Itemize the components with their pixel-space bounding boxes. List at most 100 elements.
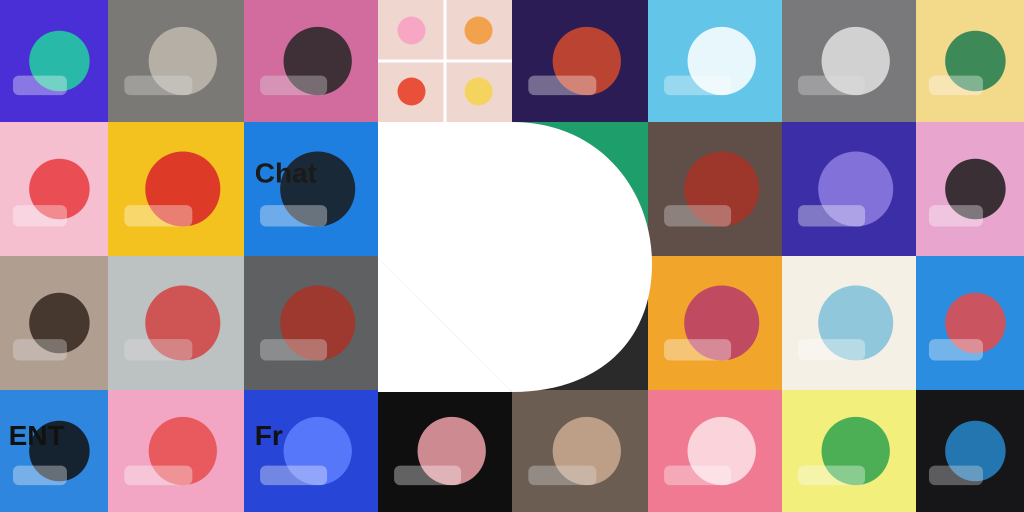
- tile-art: [798, 416, 890, 486]
- sparkler-phone-photo-tile: [244, 0, 378, 122]
- paper-boat-photo-tile: [108, 256, 244, 390]
- pink-abstract-shapes-tile: [378, 390, 512, 512]
- tile-shape: [928, 339, 983, 361]
- tile-art: [664, 416, 756, 486]
- tile-art: [0, 256, 108, 390]
- image-mosaic: Chat ENT Fr: [0, 0, 1024, 512]
- tile-art: [798, 151, 894, 227]
- green-monster-tile: [782, 390, 916, 512]
- tile-art: [928, 30, 1006, 96]
- tile-shape: [664, 339, 732, 361]
- photo-shade: [0, 256, 108, 390]
- photo-shade: [782, 0, 916, 122]
- checklist-notes-tile: [916, 122, 1024, 256]
- tile-art: [244, 0, 378, 122]
- tile-art: [528, 26, 621, 96]
- smart-speaker-photo-tile: [916, 390, 1024, 512]
- tile-shape: [798, 339, 866, 361]
- pink-product-tile: [648, 390, 782, 512]
- logo-background-tile-1: [378, 122, 512, 256]
- wireframe-sketch-tile: [782, 256, 916, 390]
- tile-art: [664, 285, 760, 361]
- vr-headset-photo-tile: [108, 0, 244, 122]
- tile-art: [378, 0, 512, 122]
- tile-shape: [928, 75, 983, 96]
- tile-art: [512, 256, 648, 390]
- tile-art: [928, 292, 1006, 361]
- photo-shade: [108, 0, 244, 122]
- tile-art: Fr: [255, 416, 352, 486]
- tile-art: [394, 416, 486, 486]
- tile-art: [664, 26, 756, 96]
- tile-shape: [124, 465, 193, 486]
- tile-shape: [798, 205, 866, 227]
- photo-shade: [108, 256, 244, 390]
- chat-app-screens-tile: Chat: [244, 122, 378, 256]
- tile-art: [782, 0, 916, 122]
- hands-phone-photo-tile: [0, 256, 108, 390]
- tile-art: [648, 122, 782, 256]
- tile-art: [916, 390, 1024, 512]
- food-icon: [464, 16, 493, 45]
- tile-art: [12, 158, 90, 227]
- tile-shape: [260, 205, 328, 227]
- tile-shape: [528, 75, 597, 96]
- maze-cylinder-tile: [108, 390, 244, 512]
- tile-shape: [12, 465, 67, 486]
- tile-shape: [928, 205, 983, 227]
- tile-art: [108, 256, 244, 390]
- tile-art: [928, 158, 1006, 227]
- photo-shade: [916, 390, 1024, 512]
- food-icon: [464, 77, 493, 106]
- tile-art: [124, 151, 221, 227]
- tile-art: [12, 30, 90, 96]
- tile-art: [124, 416, 217, 486]
- video-call-illustration-tile: [782, 122, 916, 256]
- food-icons-grid-tile: [378, 0, 512, 122]
- tile-shape: [664, 75, 732, 96]
- tile-shape: [528, 205, 597, 227]
- pixel-speech-bubbles-tile: [648, 0, 782, 122]
- tile-art: [244, 256, 378, 390]
- photo-shade: [512, 390, 648, 512]
- tile-lettering: Fr: [255, 420, 283, 451]
- blue-lettering-tile: ENT: [0, 390, 108, 512]
- green-stripes-tile: [512, 122, 648, 256]
- pencils-illustration-tile: [108, 122, 244, 256]
- vr-phone-illustration-tile: [0, 0, 108, 122]
- tile-shape: [394, 339, 462, 361]
- tile-art: [394, 285, 490, 361]
- tile-lettering: ENT: [9, 420, 65, 451]
- tile-art: [108, 0, 244, 122]
- tile-art: [798, 285, 894, 361]
- photo-shade: [648, 122, 782, 256]
- plant-hand-illustration-tile: [916, 0, 1024, 122]
- tile-art: [512, 390, 648, 512]
- tile-art: [378, 122, 512, 256]
- tile-shape: [12, 205, 67, 227]
- tile-art: [528, 151, 625, 227]
- group-hug-illustration-tile: [648, 256, 782, 390]
- cat-jellyfish-sketch-tile: [782, 0, 916, 122]
- tile-art: ENT: [9, 420, 90, 486]
- tile-shape: [12, 75, 67, 96]
- tile-lettering: Chat: [255, 157, 317, 188]
- fist-bump-photo-tile: [512, 390, 648, 512]
- two-women-photo-tile: [244, 256, 378, 390]
- food-icon: [397, 16, 426, 45]
- presentation-illustration-tile: [378, 256, 512, 390]
- photo-shade: [244, 0, 378, 122]
- logo-background-tile-2: [512, 256, 648, 390]
- food-icon: [397, 77, 426, 106]
- photo-shade: [244, 256, 378, 390]
- tile-art: Chat: [255, 151, 356, 227]
- rainbow-flags-tile: [0, 122, 108, 256]
- tile-shape: [394, 465, 462, 486]
- tile-shape: [260, 465, 328, 486]
- blue-hand-lettering-tile: Fr: [244, 390, 378, 512]
- tile-shape: [664, 465, 732, 486]
- tile-shape: [798, 465, 866, 486]
- tile-shape: [124, 205, 193, 227]
- phone-notification-tile: [916, 256, 1024, 390]
- laughing-people-photo-tile: [648, 122, 782, 256]
